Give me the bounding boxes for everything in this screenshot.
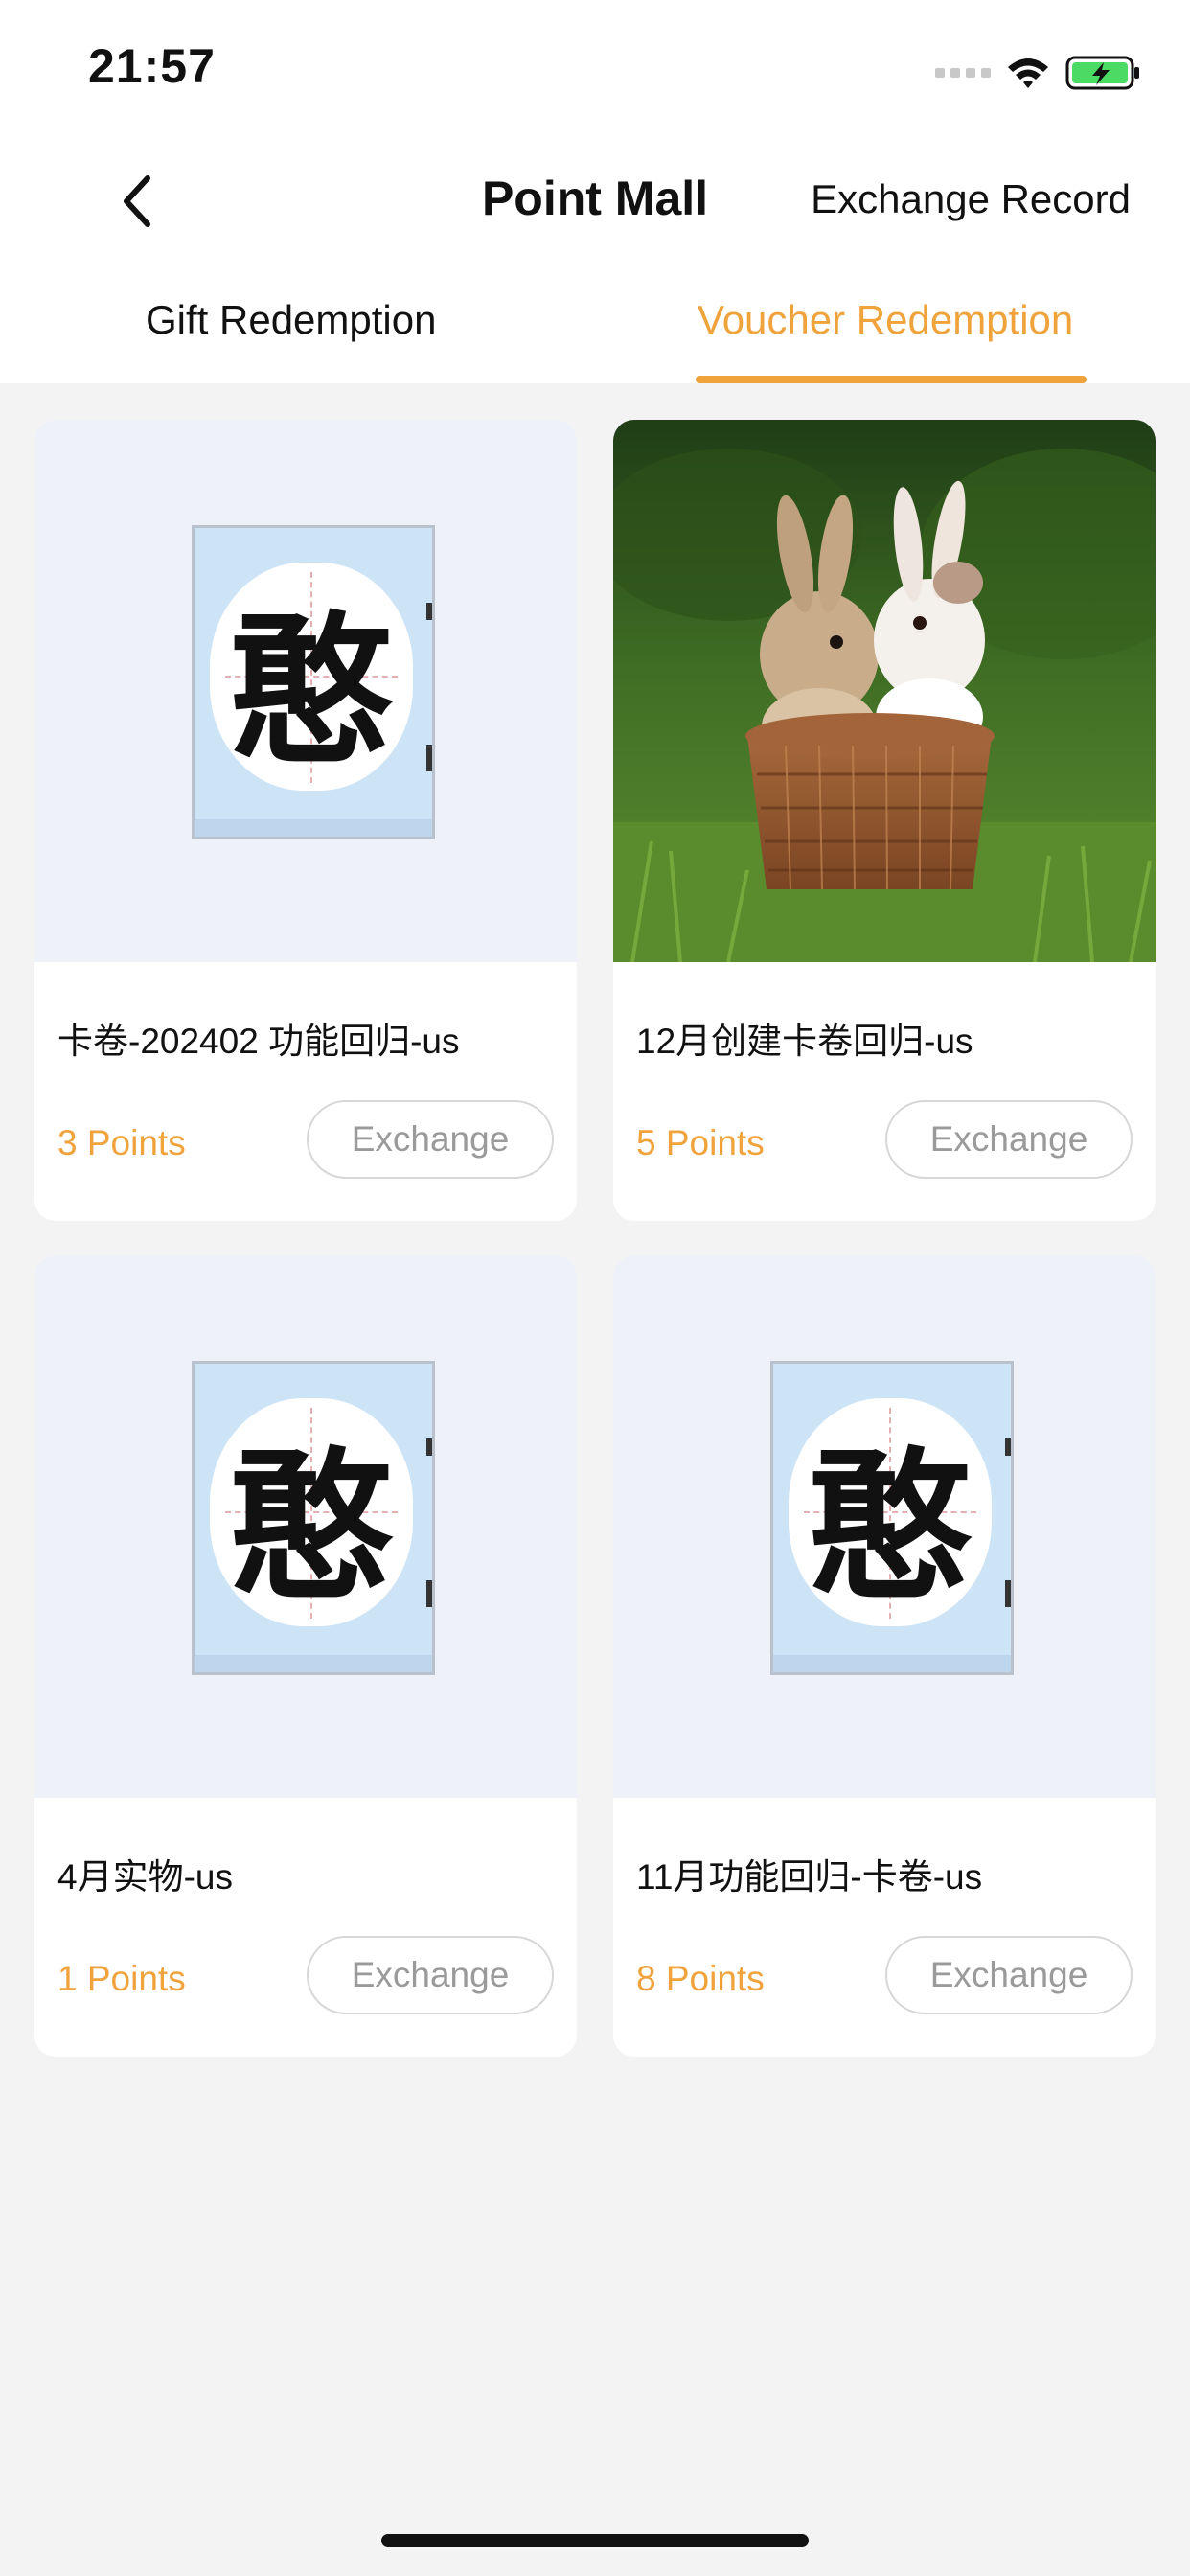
status-time: 21:57: [88, 39, 216, 93]
glyph-image: 憨: [770, 1361, 1014, 1675]
product-points: 5 Points: [636, 1123, 765, 1162]
glyph-image: 憨: [192, 1361, 435, 1675]
exchange-button[interactable]: Exchange: [307, 1936, 554, 2014]
product-image: 憨: [34, 1255, 577, 1798]
home-indicator[interactable]: [381, 2534, 809, 2547]
glyph-image: 憨: [192, 525, 435, 840]
exchange-button[interactable]: Exchange: [885, 1100, 1133, 1179]
exchange-record-link[interactable]: Exchange Record: [811, 176, 1131, 222]
product-title: 12月创建卡卷回归-us: [636, 1022, 973, 1061]
chevron-left-icon: [124, 175, 150, 227]
product-card[interactable]: 憨 11月功能回归-卡卷-us 8 Points Exchange: [613, 1255, 1156, 2057]
product-image: 憨: [613, 1255, 1156, 1798]
product-card[interactable]: 憨 卡卷-202402 功能回归-us 3 Points Exchange: [34, 420, 577, 1221]
product-card[interactable]: 12月创建卡卷回归-us 5 Points Exchange: [613, 420, 1156, 1221]
active-tab-indicator: [696, 376, 1087, 383]
product-image: [613, 420, 1156, 962]
wifi-icon: [1008, 58, 1048, 88]
product-title: 卡卷-202402 功能回归-us: [57, 1022, 460, 1061]
tab-gift-redemption[interactable]: Gift Redemption: [146, 297, 436, 343]
exchange-button[interactable]: Exchange: [307, 1100, 554, 1179]
product-title: 4月实物-us: [57, 1857, 233, 1897]
battery-charging-icon: [1065, 56, 1139, 90]
product-grid: 憨 卡卷-202402 功能回归-us 3 Points Exchange 12…: [34, 420, 1156, 2057]
product-points: 8 Points: [636, 1959, 765, 1998]
exchange-button[interactable]: Exchange: [885, 1936, 1133, 2014]
header: 21:57 Point Mall Exchange Record Gift Re…: [0, 0, 1190, 383]
product-title: 11月功能回归-卡卷-us: [636, 1857, 983, 1897]
tab-bar: Gift Redemption Voucher Redemption: [0, 288, 1190, 383]
product-points: 1 Points: [57, 1959, 186, 1998]
product-image: 憨: [34, 420, 577, 962]
tab-voucher-redemption[interactable]: Voucher Redemption: [698, 297, 1073, 343]
product-card[interactable]: 憨 4月实物-us 1 Points Exchange: [34, 1255, 577, 2057]
rabbits-in-basket-photo: [613, 420, 1156, 962]
product-points: 3 Points: [57, 1123, 186, 1162]
cellular-signal-icon: [935, 68, 991, 78]
status-icons: [935, 46, 1142, 100]
back-button[interactable]: [105, 171, 167, 232]
